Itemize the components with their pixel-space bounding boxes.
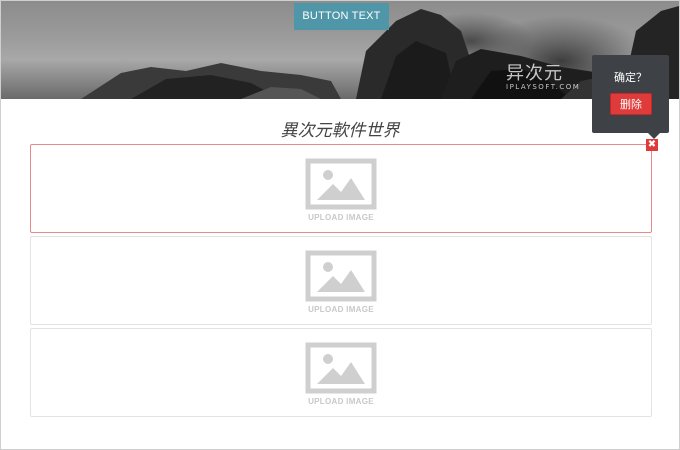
page-title: 異次元軟件世界 [280,121,400,141]
image-slot-2[interactable]: UPLOAD IMAGE [30,236,652,325]
confirm-question: 确定？ [614,71,647,84]
confirm-popover: 确定？ 删除 [592,55,669,139]
upload-placeholder[interactable]: UPLOAD IMAGE [281,158,401,222]
hero-button[interactable]: BUTTON TEXT [294,3,389,30]
remove-icon[interactable]: ✖ [646,139,658,151]
watermark-en: IPLAYSOFT.COM [506,83,581,91]
upload-image-label: UPLOAD IMAGE [308,305,374,314]
upload-placeholder[interactable]: UPLOAD IMAGE [281,250,401,314]
hero-banner: BUTTON TEXT 异次元 IPLAYSOFT.COM [1,1,679,99]
delete-button[interactable]: 删除 [610,93,652,115]
upload-placeholder[interactable]: UPLOAD IMAGE [281,342,401,406]
upload-image-label: UPLOAD IMAGE [308,213,374,222]
image-placeholder-icon [305,250,377,302]
image-slot-1[interactable]: UPLOAD IMAGE [30,144,652,233]
upload-image-label: UPLOAD IMAGE [308,397,374,406]
image-slot-3[interactable]: UPLOAD IMAGE [30,328,652,417]
image-placeholder-icon [305,158,377,210]
image-placeholder-icon [305,342,377,394]
watermark: 异次元 IPLAYSOFT.COM [506,59,580,91]
watermark-cn: 异次元 [506,63,563,84]
